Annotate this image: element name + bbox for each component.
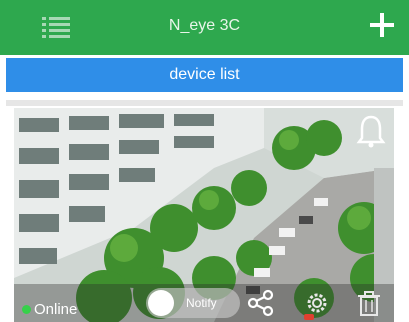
toggle-knob <box>148 290 174 316</box>
share-icon[interactable] <box>246 288 276 318</box>
camera-preview[interactable]: Online Notify <box>14 108 394 322</box>
bell-icon[interactable] <box>356 114 386 148</box>
device-list-label: device list <box>169 66 240 83</box>
app-title: N_eye 3C <box>168 17 241 34</box>
status-indicator <box>22 305 31 314</box>
plus-icon[interactable] <box>367 10 397 40</box>
delete-icon[interactable] <box>354 288 384 318</box>
app-header: N_eye 3C <box>0 0 409 55</box>
alert-badge <box>304 314 314 320</box>
device-list-tab[interactable]: device list <box>6 58 403 92</box>
status-label: Online <box>34 301 78 318</box>
toggle-label: Notify <box>186 296 217 310</box>
divider <box>6 100 403 106</box>
notify-toggle[interactable]: Notify <box>146 288 240 318</box>
camera-controls: Online Notify <box>14 284 394 322</box>
